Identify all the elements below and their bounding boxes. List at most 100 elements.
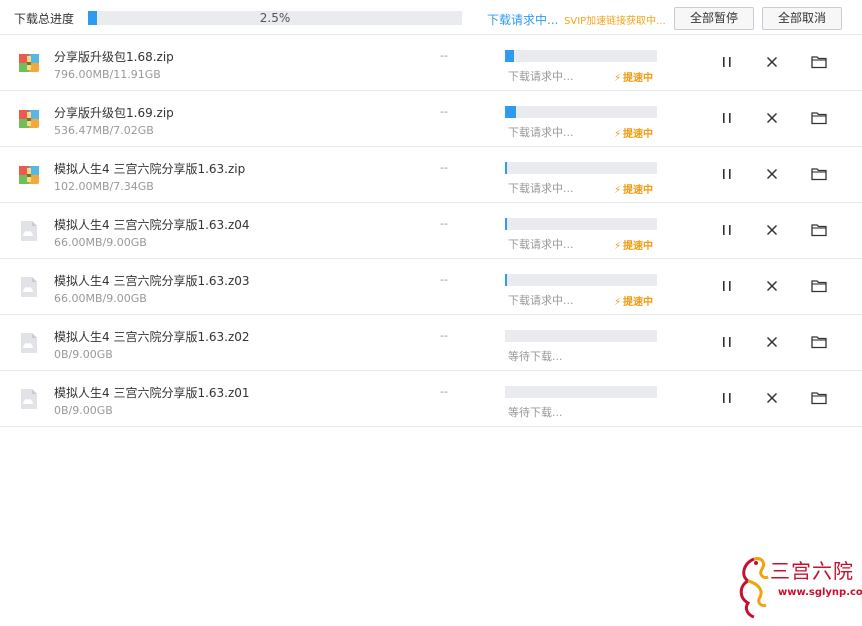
download-speed: -- bbox=[440, 217, 448, 230]
download-row[interactable]: 模拟人生4 三宫六院分享版1.63.z04 66.00MB/9.00GB -- 下载请… bbox=[0, 203, 862, 259]
overall-progress-bar: 2.5% bbox=[88, 11, 462, 25]
open-folder-button[interactable] bbox=[810, 221, 828, 239]
file-size: 66.00MB/9.00GB bbox=[54, 292, 147, 305]
download-row[interactable]: 模拟人生4 三宫六院分享版1.63.zip 102.00MB/7.34GB -- 下载… bbox=[0, 147, 862, 203]
download-progress-bar bbox=[505, 218, 657, 230]
open-folder-button[interactable] bbox=[810, 109, 828, 127]
file-size: 66.00MB/9.00GB bbox=[54, 236, 147, 249]
pause-all-button[interactable]: 全部暂停 bbox=[674, 7, 754, 30]
download-speed: -- bbox=[440, 161, 448, 174]
lightning-icon: ⚡ bbox=[614, 297, 622, 308]
download-row[interactable]: 分享版升级包1.68.zip 796.00MB/11.91GB -- 下载请求中...… bbox=[0, 35, 862, 91]
zip-archive-icon bbox=[18, 52, 40, 74]
pause-button[interactable] bbox=[718, 277, 736, 295]
cancel-button[interactable] bbox=[763, 53, 781, 71]
download-progress-fill bbox=[505, 106, 517, 118]
file-size: 102.00MB/7.34GB bbox=[54, 180, 154, 193]
cancel-button[interactable] bbox=[763, 221, 781, 239]
file-name: 模拟人生4 三宫六院分享版1.63.z03 bbox=[54, 274, 250, 288]
speed-boost-label: 提速中 bbox=[623, 73, 654, 84]
download-progress-fill bbox=[505, 274, 507, 286]
cloud-file-icon bbox=[18, 388, 40, 410]
download-progress-fill bbox=[505, 218, 507, 230]
speed-boost-label: 提速中 bbox=[623, 129, 654, 140]
overall-progress-percent: 2.5% bbox=[259, 11, 291, 25]
svip-hint-text: SVIP加速链接获取中... bbox=[564, 16, 666, 27]
download-progress-bar bbox=[505, 162, 657, 174]
speed-boost-badge: ⚡ 提速中 bbox=[614, 293, 653, 308]
cancel-button[interactable] bbox=[763, 333, 781, 351]
zip-archive-icon bbox=[18, 108, 40, 130]
file-name: 模拟人生4 三宫六院分享版1.63.z01 bbox=[54, 386, 250, 400]
speed-boost-label: 提速中 bbox=[623, 241, 654, 252]
file-size: 0B/9.00GB bbox=[54, 404, 113, 417]
cancel-button[interactable] bbox=[763, 389, 781, 407]
file-size: 796.00MB/11.91GB bbox=[54, 68, 161, 81]
download-status: 下载请求中... bbox=[508, 294, 574, 307]
pause-button[interactable] bbox=[718, 109, 736, 127]
download-progress-bar bbox=[505, 106, 657, 118]
download-progress-bar bbox=[505, 386, 657, 398]
site-watermark: 三宫六院 www.sglynp.com bbox=[734, 553, 862, 619]
download-row[interactable]: 模拟人生4 三宫六院分享版1.63.z01 0B/9.00GB -- 等待下载... bbox=[0, 371, 862, 427]
download-status: 下载请求中... bbox=[508, 182, 574, 195]
download-speed: -- bbox=[440, 273, 448, 286]
open-folder-button[interactable] bbox=[810, 53, 828, 71]
phoenix-logo-icon bbox=[739, 557, 769, 619]
cancel-button[interactable] bbox=[763, 277, 781, 295]
cancel-button[interactable] bbox=[763, 109, 781, 127]
watermark-url: www.sglynp.com bbox=[778, 587, 862, 598]
cloud-file-icon bbox=[18, 332, 40, 354]
download-row[interactable]: 模拟人生4 三宫六院分享版1.63.z02 0B/9.00GB -- 等待下载... bbox=[0, 315, 862, 371]
file-name: 模拟人生4 三宫六院分享版1.63.z02 bbox=[54, 330, 250, 344]
download-speed: -- bbox=[440, 385, 448, 398]
open-folder-button[interactable] bbox=[810, 389, 828, 407]
pause-button[interactable] bbox=[718, 333, 736, 351]
file-name: 分享版升级包1.68.zip bbox=[54, 50, 174, 64]
speed-boost-badge: ⚡ 提速中 bbox=[614, 69, 653, 84]
open-folder-button[interactable] bbox=[810, 277, 828, 295]
overall-status-text: 下载请求中... bbox=[487, 13, 559, 27]
download-speed: -- bbox=[440, 49, 448, 62]
open-folder-button[interactable] bbox=[810, 333, 828, 351]
download-status: 下载请求中... bbox=[508, 126, 574, 139]
download-status: 等待下载... bbox=[508, 350, 563, 363]
watermark-title: 三宫六院 bbox=[770, 559, 854, 583]
download-progress-bar bbox=[505, 330, 657, 342]
download-status: 下载请求中... bbox=[508, 70, 574, 83]
download-list: 分享版升级包1.68.zip 796.00MB/11.91GB -- 下载请求中...… bbox=[0, 35, 862, 427]
pause-button[interactable] bbox=[718, 53, 736, 71]
pause-button[interactable] bbox=[718, 389, 736, 407]
download-status: 等待下载... bbox=[508, 406, 563, 419]
download-toolbar: 下载总进度 2.5% 下载请求中... SVIP加速链接获取中... 全部暂停 … bbox=[0, 0, 862, 35]
cancel-all-button[interactable]: 全部取消 bbox=[762, 7, 842, 30]
cloud-file-icon bbox=[18, 220, 40, 242]
speed-boost-badge: ⚡ 提速中 bbox=[614, 237, 653, 252]
lightning-icon: ⚡ bbox=[614, 73, 622, 84]
download-speed: -- bbox=[440, 105, 448, 118]
zip-archive-icon bbox=[18, 164, 40, 186]
download-row[interactable]: 分享版升级包1.69.zip 536.47MB/7.02GB -- 下载请求中... ⚡… bbox=[0, 91, 862, 147]
download-progress-fill bbox=[505, 162, 508, 174]
file-name: 模拟人生4 三宫六院分享版1.63.z04 bbox=[54, 218, 250, 232]
cancel-button[interactable] bbox=[763, 165, 781, 183]
download-row[interactable]: 模拟人生4 三宫六院分享版1.63.z03 66.00MB/9.00GB -- 下载请… bbox=[0, 259, 862, 315]
file-name: 模拟人生4 三宫六院分享版1.63.zip bbox=[54, 162, 246, 176]
download-speed: -- bbox=[440, 329, 448, 342]
file-name: 分享版升级包1.69.zip bbox=[54, 106, 174, 120]
file-size: 0B/9.00GB bbox=[54, 348, 113, 361]
speed-boost-label: 提速中 bbox=[623, 297, 654, 308]
cloud-file-icon bbox=[18, 276, 40, 298]
pause-button[interactable] bbox=[718, 221, 736, 239]
lightning-icon: ⚡ bbox=[614, 185, 622, 196]
lightning-icon: ⚡ bbox=[614, 129, 622, 140]
speed-boost-badge: ⚡ 提速中 bbox=[614, 181, 653, 196]
speed-boost-badge: ⚡ 提速中 bbox=[614, 125, 653, 140]
download-status: 下载请求中... bbox=[508, 238, 574, 251]
pause-button[interactable] bbox=[718, 165, 736, 183]
open-folder-button[interactable] bbox=[810, 165, 828, 183]
download-progress-bar bbox=[505, 50, 657, 62]
speed-boost-label: 提速中 bbox=[623, 185, 654, 196]
download-progress-fill bbox=[505, 50, 515, 62]
overall-progress-label: 下载总进度 bbox=[14, 12, 75, 26]
